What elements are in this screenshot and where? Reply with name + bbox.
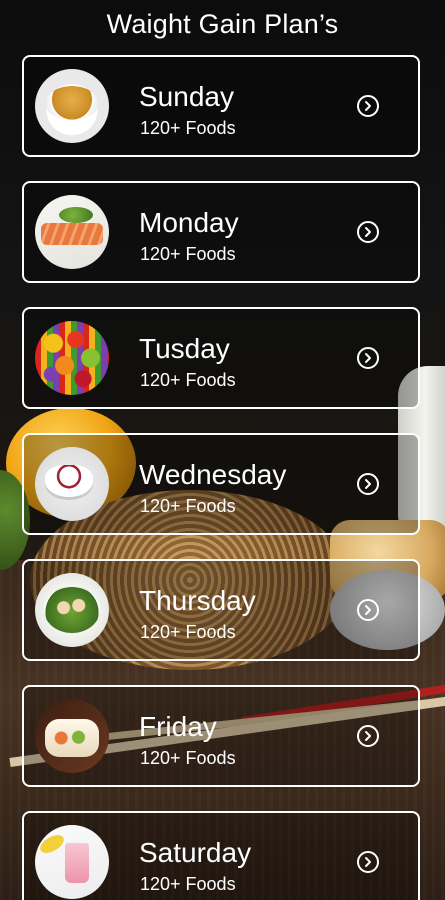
day-list: Sunday 120+ Foods Monday 120+ Foods Tusd… [0, 0, 445, 900]
day-card-tusday[interactable]: Tusday 120+ Foods [22, 307, 420, 409]
salmon-plate-thumbnail [35, 195, 109, 269]
food-count: 120+ Foods [140, 622, 236, 642]
salad-plate-thumbnail [35, 573, 109, 647]
day-card-monday[interactable]: Monday 120+ Foods [22, 181, 420, 283]
fruit-mix-thumbnail [35, 321, 109, 395]
day-card-wednesday[interactable]: Wednesday 120+ Foods [22, 433, 420, 535]
chevron-right-icon[interactable] [357, 95, 379, 117]
food-count: 120+ Foods [140, 496, 236, 516]
soup-bowl-thumbnail [35, 69, 109, 143]
day-name: Sunday [139, 81, 234, 112]
day-card-sunday[interactable]: Sunday 120+ Foods [22, 55, 420, 157]
food-count: 120+ Foods [140, 748, 236, 768]
day-name: Monday [139, 207, 239, 238]
chevron-right-icon[interactable] [357, 851, 379, 873]
day-card-saturday[interactable]: Saturday 120+ Foods [22, 811, 420, 900]
food-count: 120+ Foods [140, 874, 236, 894]
chevron-right-icon[interactable] [357, 599, 379, 621]
day-name: Saturday [139, 837, 252, 868]
day-name: Thursday [139, 585, 256, 616]
chevron-right-icon[interactable] [357, 221, 379, 243]
chevron-right-icon[interactable] [357, 725, 379, 747]
chevron-right-icon[interactable] [357, 473, 379, 495]
smoothie-banana-thumbnail [35, 825, 109, 899]
food-count: 120+ Foods [140, 370, 236, 390]
weight-gain-plan-screen: Waight Gain Plan’s Sunday 120+ Foods Mon… [0, 0, 445, 900]
day-name: Tusday [139, 333, 230, 364]
wrap-roll-thumbnail [35, 699, 109, 773]
food-count: 120+ Foods [140, 118, 236, 138]
day-card-friday[interactable]: Friday 120+ Foods [22, 685, 420, 787]
chevron-right-icon[interactable] [357, 347, 379, 369]
day-name: Friday [139, 711, 217, 742]
food-count: 120+ Foods [140, 244, 236, 264]
day-name: Wednesday [139, 459, 287, 490]
yogurt-cup-thumbnail [35, 447, 109, 521]
day-card-thursday[interactable]: Thursday 120+ Foods [22, 559, 420, 661]
